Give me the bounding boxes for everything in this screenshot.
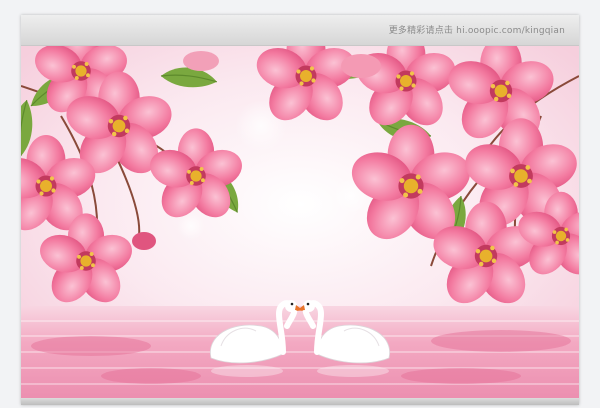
top-bar: 更多精彩请点击 hi.ooopic.com/kingqian [21, 15, 579, 46]
bottom-bar [21, 398, 579, 405]
swan-flower-scene [21, 46, 579, 398]
watermark-text: 更多精彩请点击 hi.ooopic.com/kingqian [388, 26, 565, 36]
image-frame: 更多精彩请点击 hi.ooopic.com/kingqian [21, 15, 579, 405]
